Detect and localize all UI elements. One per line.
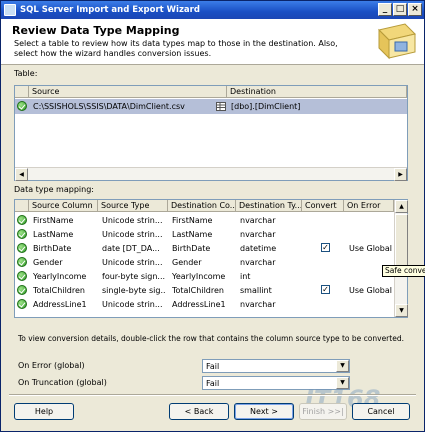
- table-col-destination[interactable]: Destination: [227, 86, 407, 98]
- table-row[interactable]: FirstName Unicode strin... FirstName nva…: [15, 213, 395, 227]
- title-bar[interactable]: SQL Server Import and Export Wizard _ □ …: [1, 1, 424, 19]
- on-truncation-value: Fail: [206, 379, 220, 388]
- mapping-row-header: [15, 200, 29, 212]
- table-row[interactable]: YearlyIncome four-byte sign... YearlyInc…: [15, 269, 395, 283]
- mapping-col-on-error[interactable]: On Error: [344, 200, 394, 212]
- source-type-cell: Unicode strin...: [102, 230, 163, 239]
- success-icon: [17, 299, 27, 309]
- table-row-destination: [dbo].[DimClient]: [231, 102, 301, 111]
- wizard-window: SQL Server Import and Export Wizard _ □ …: [0, 0, 425, 432]
- chevron-down-icon[interactable]: ▼: [336, 360, 349, 372]
- dest-type-cell: smallint: [240, 286, 272, 295]
- source-type-cell: four-byte sign...: [102, 272, 166, 281]
- mapping-col-convert[interactable]: Convert: [302, 200, 344, 212]
- dest-type-cell: int: [240, 272, 251, 281]
- minimize-button[interactable]: _: [378, 3, 392, 16]
- source-column-cell: YearlyIncome: [33, 272, 87, 281]
- success-icon: [17, 229, 27, 239]
- success-icon: [17, 257, 27, 267]
- mapping-vscrollbar[interactable]: ▲ ▼: [394, 200, 408, 317]
- table-grid-icon: [216, 102, 226, 111]
- mapping-grid[interactable]: Source Column Source Type Destination Co…: [14, 199, 408, 318]
- table-row[interactable]: LastName Unicode strin... LastName nvarc…: [15, 227, 395, 241]
- dest-column-cell: BirthDate: [172, 244, 211, 253]
- finish-button[interactable]: Finish >>|: [299, 403, 347, 420]
- success-icon: [17, 271, 27, 281]
- source-column-cell: LastName: [33, 230, 74, 239]
- wizard-header: Review Data Type Mapping Select a table …: [1, 19, 424, 65]
- on-error-label: On Error (global): [18, 361, 85, 370]
- on-error-cell[interactable]: Use Global: [349, 285, 394, 296]
- mapping-col-dest-column[interactable]: Destination Co...: [168, 200, 236, 212]
- dest-type-cell: nvarchar: [240, 300, 276, 309]
- table-hscrollbar[interactable]: ◀ ▶: [15, 167, 407, 181]
- maximize-button[interactable]: □: [393, 3, 407, 16]
- source-column-cell: AddressLine1: [33, 300, 87, 309]
- mapping-col-source-column[interactable]: Source Column: [29, 200, 98, 212]
- mapping-col-source-type[interactable]: Source Type: [98, 200, 168, 212]
- cancel-button[interactable]: Cancel: [352, 403, 410, 420]
- dest-type-cell: nvarchar: [240, 258, 276, 267]
- convert-checkbox[interactable]: ✓: [321, 243, 330, 252]
- dest-column-cell: AddressLine1: [172, 300, 226, 309]
- app-icon: [4, 4, 16, 16]
- wizard-graphic-icon: [378, 23, 416, 60]
- safe-conversion-tooltip: Safe conversion: [382, 265, 425, 277]
- table-section-label: Table:: [14, 69, 38, 78]
- mapping-col-dest-type[interactable]: Destination Ty...: [236, 200, 302, 212]
- scroll-down-button[interactable]: ▼: [395, 304, 408, 317]
- table-row[interactable]: BirthDate date [DT_DA... BirthDate datet…: [15, 241, 395, 255]
- dest-type-cell: nvarchar: [240, 216, 276, 225]
- back-button[interactable]: < Back: [169, 403, 229, 420]
- table-col-source[interactable]: Source: [29, 86, 227, 98]
- close-button[interactable]: ×: [408, 3, 422, 16]
- conversion-hint: To view conversion details, double-click…: [18, 334, 404, 343]
- dest-column-cell: FirstName: [172, 216, 213, 225]
- window-title: SQL Server Import and Export Wizard: [20, 5, 200, 15]
- table-row[interactable]: AddressLine1 Unicode strin... AddressLin…: [15, 297, 395, 311]
- success-icon: [17, 101, 27, 111]
- table-row-source: C:\SSISHOLS\SSIS\DATA\DimClient.csv: [33, 102, 185, 111]
- source-type-cell: Unicode strin...: [102, 300, 163, 309]
- success-icon: [17, 215, 27, 225]
- success-icon: [17, 285, 27, 295]
- dest-column-cell: Gender: [172, 258, 202, 267]
- on-truncation-label: On Truncation (global): [18, 378, 107, 387]
- scroll-left-button[interactable]: ◀: [15, 168, 28, 181]
- source-type-cell: Unicode strin...: [102, 216, 163, 225]
- table-row[interactable]: TotalChildren single-byte sig... TotalCh…: [15, 283, 395, 297]
- dest-column-cell: LastName: [172, 230, 213, 239]
- mapping-section-label: Data type mapping:: [14, 185, 94, 194]
- source-column-cell: TotalChildren: [33, 286, 85, 295]
- source-type-cell: date [DT_DA...: [102, 244, 160, 253]
- convert-checkbox[interactable]: ✓: [321, 285, 330, 294]
- source-column-cell: BirthDate: [33, 244, 72, 253]
- success-icon: [17, 243, 27, 253]
- dest-column-cell: YearlyIncome: [172, 272, 226, 281]
- source-column-cell: Gender: [33, 258, 63, 267]
- table-row[interactable]: Gender Unicode strin... Gender nvarchar: [15, 255, 395, 269]
- help-button[interactable]: Help: [14, 403, 74, 420]
- source-type-cell: single-byte sig...: [102, 286, 166, 295]
- page-title: Review Data Type Mapping: [12, 24, 180, 37]
- source-column-cell: FirstName: [33, 216, 74, 225]
- on-error-value: Fail: [206, 362, 220, 371]
- table-row-header: [15, 86, 29, 98]
- footer-separator: [9, 394, 416, 396]
- dest-type-cell: datetime: [240, 244, 277, 253]
- on-error-cell[interactable]: Use Global: [349, 243, 394, 254]
- table-row[interactable]: C:\SSISHOLS\SSIS\DATA\DimClient.csv [dbo…: [15, 99, 407, 114]
- page-description: Select a table to review how its data ty…: [14, 39, 338, 58]
- next-button[interactable]: Next >: [234, 403, 294, 420]
- scroll-up-button[interactable]: ▲: [395, 200, 408, 213]
- dest-column-cell: TotalChildren: [172, 286, 224, 295]
- on-error-select[interactable]: Fail ▼: [202, 359, 350, 373]
- scroll-right-button[interactable]: ▶: [394, 168, 407, 181]
- dest-type-cell: nvarchar: [240, 230, 276, 239]
- source-type-cell: Unicode strin...: [102, 258, 163, 267]
- table-list[interactable]: Source Destination C:\SSISHOLS\SSIS\DATA…: [14, 85, 408, 181]
